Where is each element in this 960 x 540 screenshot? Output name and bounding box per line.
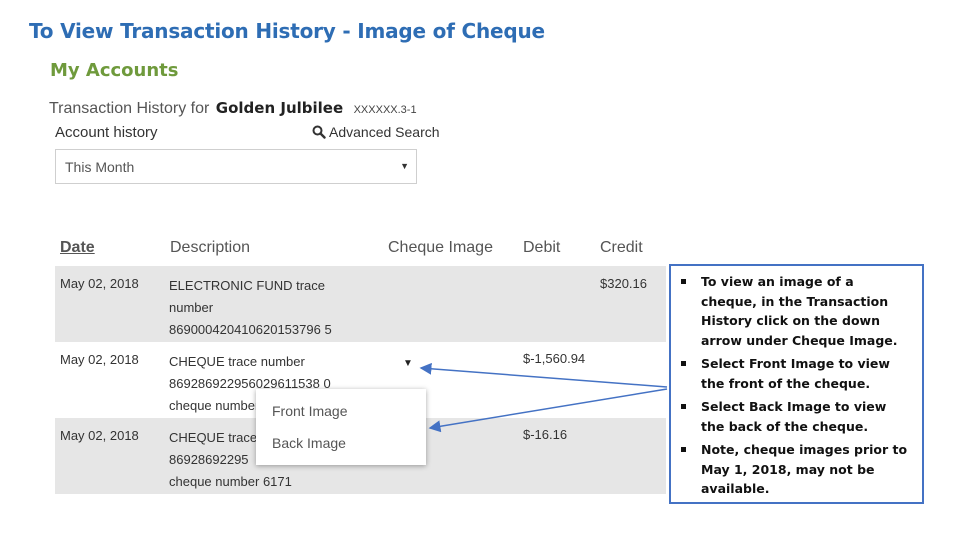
row-description-line: CHEQUE trace number <box>169 354 305 369</box>
table-row: May 02, 2018 ELECTRONIC FUND trace numbe… <box>55 266 666 342</box>
row-date: May 02, 2018 <box>60 352 139 367</box>
instruction-item: Note, cheque images prior to May 1, 2018… <box>679 440 912 499</box>
slide-title: To View Transaction History - Image of C… <box>29 19 545 43</box>
period-select-value: This Month <box>65 158 135 175</box>
table-header: Date Description Cheque Image Debit Cred… <box>55 232 666 266</box>
menu-item-front-image[interactable]: Front Image <box>272 403 347 419</box>
page-title: My Accounts <box>50 60 179 81</box>
row-description-line: cheque number 6171 <box>169 474 292 489</box>
account-number: XXXXXX.3-1 <box>353 104 417 116</box>
row-description: ELECTRONIC FUND trace number 86900042041… <box>169 275 369 341</box>
row-date: May 02, 2018 <box>60 428 139 443</box>
instruction-item: To view an image of a cheque, in the Tra… <box>679 272 912 350</box>
instruction-item: Select Front Image to view the front of … <box>679 354 912 393</box>
cheque-image-menu: Front Image Back Image <box>256 389 426 465</box>
cheque-image-toggle[interactable]: ▼ <box>403 358 413 369</box>
row-debit: $-1,560.94 <box>523 351 586 366</box>
row-credit: $320.16 <box>600 276 647 291</box>
column-header-description: Description <box>170 239 251 256</box>
row-debit: $-16.16 <box>523 427 568 442</box>
column-header-date[interactable]: Date <box>60 239 95 257</box>
row-description-line: 869000420410620153796 5 <box>169 322 332 337</box>
row-description-line: ELECTRONIC FUND trace <box>169 278 326 293</box>
column-header-debit: Debit <box>523 239 561 256</box>
column-header-credit: Credit <box>600 239 643 256</box>
account-history-label: Account history <box>55 124 158 141</box>
menu-item-back-image[interactable]: Back Image <box>272 435 346 451</box>
row-date: May 02, 2018 <box>60 276 139 291</box>
chevron-down-icon: ▼ <box>400 161 409 171</box>
period-select[interactable]: This Month ▼ <box>55 149 417 184</box>
advanced-search-label: Advanced Search <box>329 124 440 140</box>
account-name: Golden Julbilee <box>215 99 344 117</box>
instruction-callout: To view an image of a cheque, in the Tra… <box>669 264 924 504</box>
transaction-history-heading: Transaction History for Golden Julbilee … <box>49 99 417 118</box>
column-header-cheque-image: Cheque Image <box>388 239 493 256</box>
search-icon <box>312 125 326 139</box>
advanced-search-link[interactable]: Advanced Search <box>312 124 440 140</box>
heading-prefix: Transaction History for <box>49 100 210 117</box>
instruction-item: Select Back Image to view the back of th… <box>679 397 912 436</box>
row-description-line: number <box>169 300 214 315</box>
